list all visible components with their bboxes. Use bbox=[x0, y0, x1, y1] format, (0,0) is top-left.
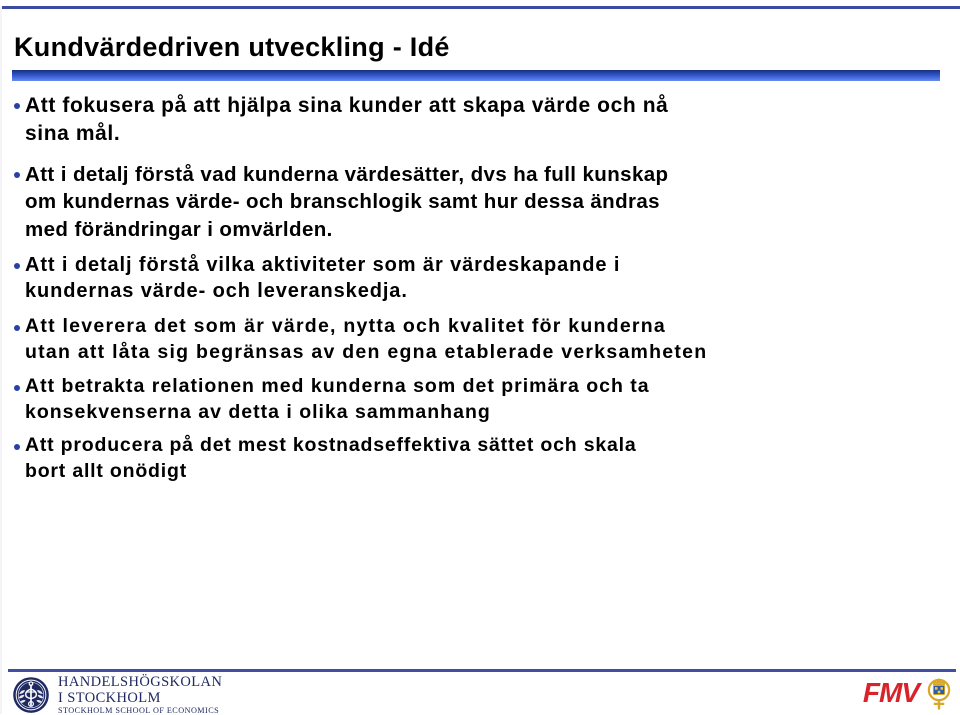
footer: HANDELSHÖGSKOLAN I STOCKHOLM STOCKHOLM S… bbox=[0, 672, 960, 715]
slide: Kundvärdedriven utveckling - Idé Att fok… bbox=[0, 0, 960, 715]
list-item-text: Att fokusera på att hjälpa sina kunder a… bbox=[25, 94, 669, 145]
bullet-dot-icon bbox=[14, 103, 20, 109]
list-item: Att producera på det mest kostnadseffekt… bbox=[8, 433, 958, 484]
list-item-text: Att i detalj förstå vad kunderna värdesä… bbox=[25, 163, 669, 241]
bullet-list: Att fokusera på att hjälpa sina kunder a… bbox=[8, 92, 958, 491]
fmv-logo: FMV bbox=[863, 675, 954, 711]
list-item: Att fokusera på att hjälpa sina kunder a… bbox=[8, 92, 958, 147]
list-item-text: Att leverera det som är värde, nytta och… bbox=[25, 315, 708, 364]
sse-seal-icon bbox=[13, 677, 49, 713]
bullet-dot-icon bbox=[14, 262, 20, 269]
sse-line-2: I STOCKHOLM bbox=[58, 689, 161, 706]
title-underline-bar bbox=[12, 70, 940, 81]
list-item: Att i detalj förstå vad kunderna värdesä… bbox=[8, 161, 958, 242]
list-item: Att leverera det som är värde, nytta och… bbox=[8, 314, 958, 365]
sse-logo: HANDELSHÖGSKOLAN I STOCKHOLM STOCKHOLM S… bbox=[12, 675, 222, 715]
sse-line-1: HANDELSHÖGSKOLAN bbox=[58, 674, 223, 690]
list-item-text: Att betrakta relationen med kunderna som… bbox=[25, 374, 650, 423]
fmv-wordmark: FMV bbox=[862, 677, 920, 708]
list-item: Att betrakta relationen med kunderna som… bbox=[8, 374, 958, 425]
list-item-text: Att producera på det mest kostnadseffekt… bbox=[25, 434, 637, 483]
list-item-text: Att i detalj förstå vilka aktiviteter so… bbox=[25, 253, 621, 302]
left-hairline bbox=[0, 6, 2, 714]
bullet-dot-icon bbox=[14, 384, 20, 391]
sse-wordmark: HANDELSHÖGSKOLAN I STOCKHOLM STOCKHOLM S… bbox=[58, 675, 222, 715]
top-rule bbox=[0, 6, 960, 9]
list-item: Att i detalj förstå vilka aktiviteter so… bbox=[8, 252, 958, 305]
fmv-crest-icon bbox=[927, 678, 951, 710]
page-title: Kundvärdedriven utveckling - Idé bbox=[14, 32, 450, 62]
